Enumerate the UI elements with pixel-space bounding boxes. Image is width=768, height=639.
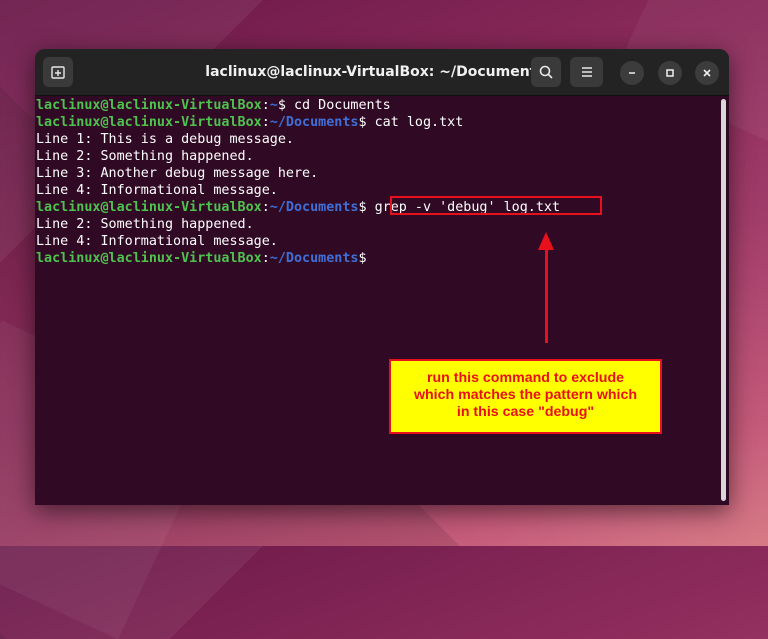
hamburger-menu-icon <box>581 67 592 77</box>
search-button[interactable] <box>531 57 561 87</box>
prompt-path: ~/Documents <box>269 115 359 130</box>
terminal-line-cd: laclinux@laclinux-VirtualBox:~$ cd Docum… <box>35 97 717 114</box>
prompt-symbol: $ <box>358 115 367 130</box>
prompt-user: laclinux@laclinux-VirtualBox <box>36 200 262 215</box>
prompt-user: laclinux@laclinux-VirtualBox <box>36 98 262 113</box>
maximize-button[interactable] <box>658 61 682 85</box>
prompt-path: ~/Documents <box>269 200 359 215</box>
new-tab-icon <box>51 66 65 79</box>
prompt-colon: : <box>261 200 270 215</box>
terminal-line-prompt: laclinux@laclinux-VirtualBox:~/Documents… <box>35 250 717 267</box>
prompt-colon: : <box>261 98 270 113</box>
prompt-colon: : <box>261 251 270 266</box>
prompt-colon: : <box>261 115 270 130</box>
annotation-line: which matches the pattern which <box>413 387 638 403</box>
search-icon <box>539 65 553 79</box>
output-line: Line 1: This is a debug message. <box>36 132 294 147</box>
menu-button[interactable] <box>570 57 603 87</box>
terminal-line-cat: laclinux@laclinux-VirtualBox:~/Documents… <box>35 114 717 131</box>
prompt-user: laclinux@laclinux-VirtualBox <box>36 251 262 266</box>
terminal-line-grep: laclinux@laclinux-VirtualBox:~/Documents… <box>35 199 717 216</box>
prompt-path: ~ <box>269 98 278 113</box>
minimize-icon <box>629 72 635 74</box>
terminal-scrollbar[interactable] <box>721 99 726 501</box>
annotation-line: in this case "debug" <box>456 404 595 420</box>
annotation-arrow <box>545 248 548 343</box>
prompt-symbol: $ <box>358 200 367 215</box>
annotation-callout: run this command to exclude which matche… <box>389 359 662 434</box>
command-text: cat log.txt <box>366 115 464 130</box>
window-title: laclinux@laclinux-VirtualBox: ~/Document… <box>205 64 545 80</box>
maximize-icon <box>666 69 674 77</box>
close-button[interactable] <box>695 61 719 85</box>
minimize-button[interactable] <box>620 61 644 85</box>
prompt-symbol: $ <box>277 98 286 113</box>
annotation-line: run this command to exclude <box>426 370 625 386</box>
command-text: cd Documents <box>285 98 391 113</box>
terminal-output[interactable]: laclinux@laclinux-VirtualBox:~$ cd Docum… <box>35 95 717 505</box>
terminal-window: laclinux@laclinux-VirtualBox: ~/Document… <box>35 49 729 505</box>
close-icon <box>703 69 711 77</box>
prompt-user: laclinux@laclinux-VirtualBox <box>36 115 262 130</box>
prompt-symbol: $ <box>358 251 367 266</box>
output-line: Line 4: Informational message. <box>36 234 278 249</box>
new-tab-button[interactable] <box>43 57 73 87</box>
title-bar: laclinux@laclinux-VirtualBox: ~/Document… <box>35 49 729 96</box>
prompt-path: ~/Documents <box>269 251 359 266</box>
command-highlight-box <box>390 196 602 215</box>
output-line: Line 4: Informational message. <box>36 183 278 198</box>
output-line: Line 2: Something happened. <box>36 217 254 232</box>
output-line: Line 2: Something happened. <box>36 149 254 164</box>
output-line: Line 3: Another debug message here. <box>36 166 319 181</box>
